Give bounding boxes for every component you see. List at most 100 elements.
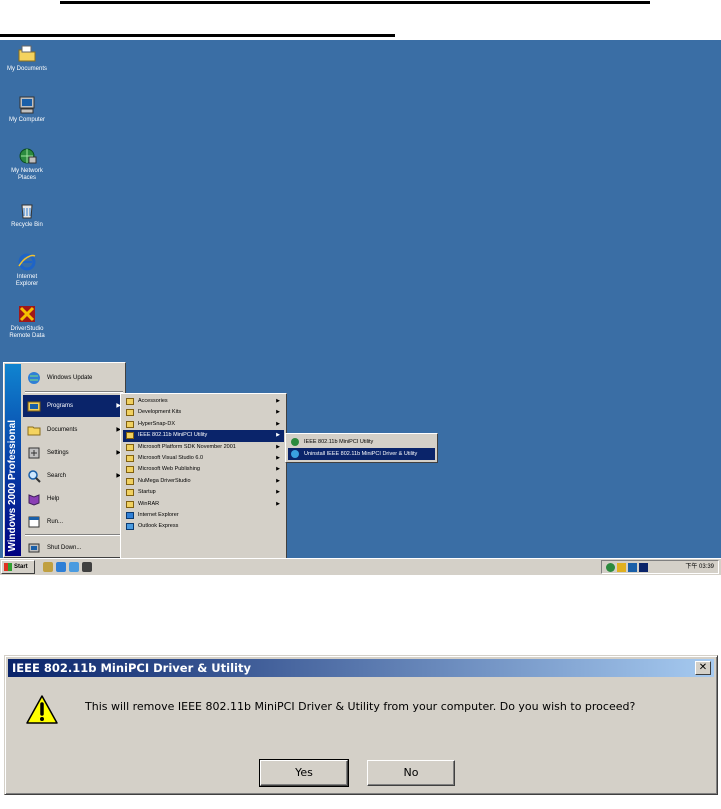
menu-item-label: Search — [47, 473, 67, 479]
submenu-arrow-icon: ▶ — [276, 409, 280, 416]
start-menu-item-documents[interactable]: Documents ▶ — [23, 419, 125, 441]
icon-label-line: Places — [17, 175, 36, 181]
start-menu-item-programs[interactable]: Programs ▶ — [23, 395, 125, 417]
start-menu: Windows 2000 Professional Windows Update… — [3, 362, 126, 558]
programs-item-web-publishing[interactable]: Microsoft Web Publishing ▶ — [123, 464, 284, 475]
start-menu-item-help[interactable]: Help — [23, 488, 125, 510]
start-menu-item-search[interactable]: Search ▶ — [23, 465, 125, 487]
program-group-icon — [126, 420, 134, 428]
ieee-item-uninstall[interactable]: Uninstall IEEE 802.11b MiniPCI Driver & … — [288, 448, 435, 460]
submenu-arrow-icon: ▶ — [276, 489, 280, 496]
no-button[interactable]: No — [367, 760, 455, 786]
menu-item-label: Run... — [47, 519, 64, 525]
programs-item-driverstudio[interactable]: NuMega DriverStudio ▶ — [123, 476, 284, 487]
wireless-utility-icon — [291, 438, 299, 446]
submenu-arrow-icon: ▶ — [276, 443, 280, 450]
shut-down-icon — [27, 541, 41, 555]
search-icon — [27, 469, 41, 483]
programs-item-visual-studio[interactable]: Microsoft Visual Studio 6.0 ▶ — [123, 453, 284, 464]
menu-item-label: Windows Update — [47, 375, 93, 381]
program-group-icon — [126, 443, 134, 451]
menu-item-label: Outlook Express — [138, 523, 179, 530]
dialog-title-bar[interactable]: IEEE 802.11b MiniPCI Driver & Utility ✕ — [8, 659, 714, 677]
programs-item-startup[interactable]: Startup ▶ — [123, 487, 284, 498]
menu-item-label: Microsoft Visual Studio 6.0 — [138, 455, 204, 461]
program-group-icon — [126, 409, 134, 417]
start-label: Start — [14, 564, 28, 570]
input-method-tray-icon[interactable] — [628, 563, 637, 572]
language-tray-icon[interactable] — [639, 563, 648, 572]
programs-item-internet-explorer[interactable]: Internet Explorer — [123, 510, 284, 521]
program-group-icon — [126, 398, 134, 405]
warning-icon — [25, 694, 59, 726]
menu-item-label: Uninstall IEEE 802.11b MiniPCI Driver & … — [304, 451, 418, 457]
menu-item-label: IEEE 802.11b MiniPCI Utility — [138, 432, 208, 439]
menu-item-label: Development Kits — [138, 409, 182, 416]
submenu-arrow-icon: ▶ — [276, 420, 280, 427]
start-menu-item-shut-down[interactable]: Shut Down... — [23, 537, 125, 559]
start-menu-item-windows-update[interactable]: Windows Update — [23, 367, 125, 389]
programs-item-winrar[interactable]: WinRAR ▶ — [123, 499, 284, 510]
submenu-arrow-icon: ▶ — [276, 398, 280, 404]
start-menu-banner: Windows 2000 Professional — [5, 364, 21, 556]
submenu-arrow-icon: ▶ — [276, 432, 280, 439]
help-book-icon — [27, 492, 41, 506]
network-tray-icon[interactable] — [606, 563, 615, 572]
ieee-utility-submenu: IEEE 802.11b MiniPCI Utility Uninstall I… — [285, 433, 438, 463]
run-icon — [27, 515, 41, 529]
ieee-item-utility[interactable]: IEEE 802.11b MiniPCI Utility — [288, 436, 435, 448]
yes-button[interactable]: Yes — [259, 759, 349, 787]
start-menu-item-run[interactable]: Run... — [23, 511, 125, 533]
program-group-icon — [126, 466, 134, 474]
menu-item-label: Settings — [47, 450, 69, 456]
desktop-icon-my-documents[interactable]: My Documents — [2, 44, 52, 73]
menu-item-label: Help — [47, 496, 60, 502]
dialog-message: This will remove IEEE 802.11b MiniPCI Dr… — [85, 700, 636, 713]
submenu-arrow-icon: ▶ — [276, 455, 280, 461]
menu-item-label: Documents — [47, 427, 78, 433]
program-group-icon — [126, 455, 134, 462]
windows-flag-icon — [4, 563, 12, 571]
confirm-dialog: IEEE 802.11b MiniPCI Driver & Utility ✕ … — [4, 655, 718, 795]
programs-submenu: Accessories ▶ Development Kits ▶ HyperSnap… — [120, 393, 287, 561]
settings-icon — [27, 446, 41, 460]
submenu-arrow-icon: ▶ — [276, 466, 280, 473]
internet-explorer-quicklaunch-icon[interactable] — [56, 562, 66, 572]
program-group-icon — [126, 477, 134, 485]
command-prompt-quicklaunch-icon[interactable] — [82, 562, 92, 572]
icon-label-line: Explorer — [15, 281, 39, 287]
taskbar: Start 下午 03:39 — [0, 558, 721, 575]
menu-item-label: HyperSnap-DX — [138, 420, 175, 427]
outlook-quicklaunch-icon[interactable] — [69, 562, 79, 572]
folder-icon — [17, 44, 37, 64]
start-menu-item-settings[interactable]: Settings ▶ — [23, 442, 125, 464]
desktop-icon-network-places[interactable]: My Network Places — [2, 146, 52, 182]
icon-label-line: DriverStudio — [10, 326, 44, 332]
volume-tray-icon[interactable] — [617, 563, 626, 572]
menu-item-label: IEEE 802.11b MiniPCI Utility — [304, 439, 374, 445]
close-button[interactable]: ✕ — [695, 661, 711, 675]
section-rule — [0, 34, 395, 37]
icon-label-line: My Documents — [6, 66, 47, 72]
programs-item-outlook-express[interactable]: Outlook Express — [123, 521, 284, 532]
icon-label-line: My Computer — [8, 117, 45, 123]
start-button[interactable]: Start — [1, 560, 35, 574]
menu-item-label: NuMega DriverStudio — [138, 477, 191, 484]
globe-icon — [27, 371, 41, 385]
desktop-icon-my-computer[interactable]: My Computer — [2, 95, 52, 124]
programs-item-platform-sdk[interactable]: Microsoft Platform SDK November 2001 ▶ — [123, 442, 284, 453]
system-tray: 下午 03:39 — [601, 560, 719, 574]
menu-item-label: Programs — [47, 403, 74, 409]
desktop-icon-internet-explorer[interactable]: Internet Explorer — [2, 252, 52, 288]
dialog-title: IEEE 802.11b MiniPCI Driver & Utility — [12, 661, 251, 675]
programs-item-accessories[interactable]: Accessories ▶ — [123, 396, 284, 407]
desktop-icon-driverstudio[interactable]: DriverStudio Remote Data — [2, 304, 52, 340]
desktop-icon-recycle-bin[interactable]: Recycle Bin — [2, 200, 52, 229]
programs-item-hypersnap[interactable]: HyperSnap-DX ▶ — [123, 419, 284, 430]
programs-icon — [27, 399, 41, 413]
icon-label-line: Recycle Bin — [11, 222, 43, 228]
show-desktop-icon[interactable] — [43, 562, 53, 572]
programs-item-development-kits[interactable]: Development Kits ▶ — [123, 407, 284, 418]
programs-item-ieee-utility[interactable]: IEEE 802.11b MiniPCI Utility ▶ — [123, 430, 284, 442]
menu-item-label: Microsoft Web Publishing — [138, 466, 200, 473]
